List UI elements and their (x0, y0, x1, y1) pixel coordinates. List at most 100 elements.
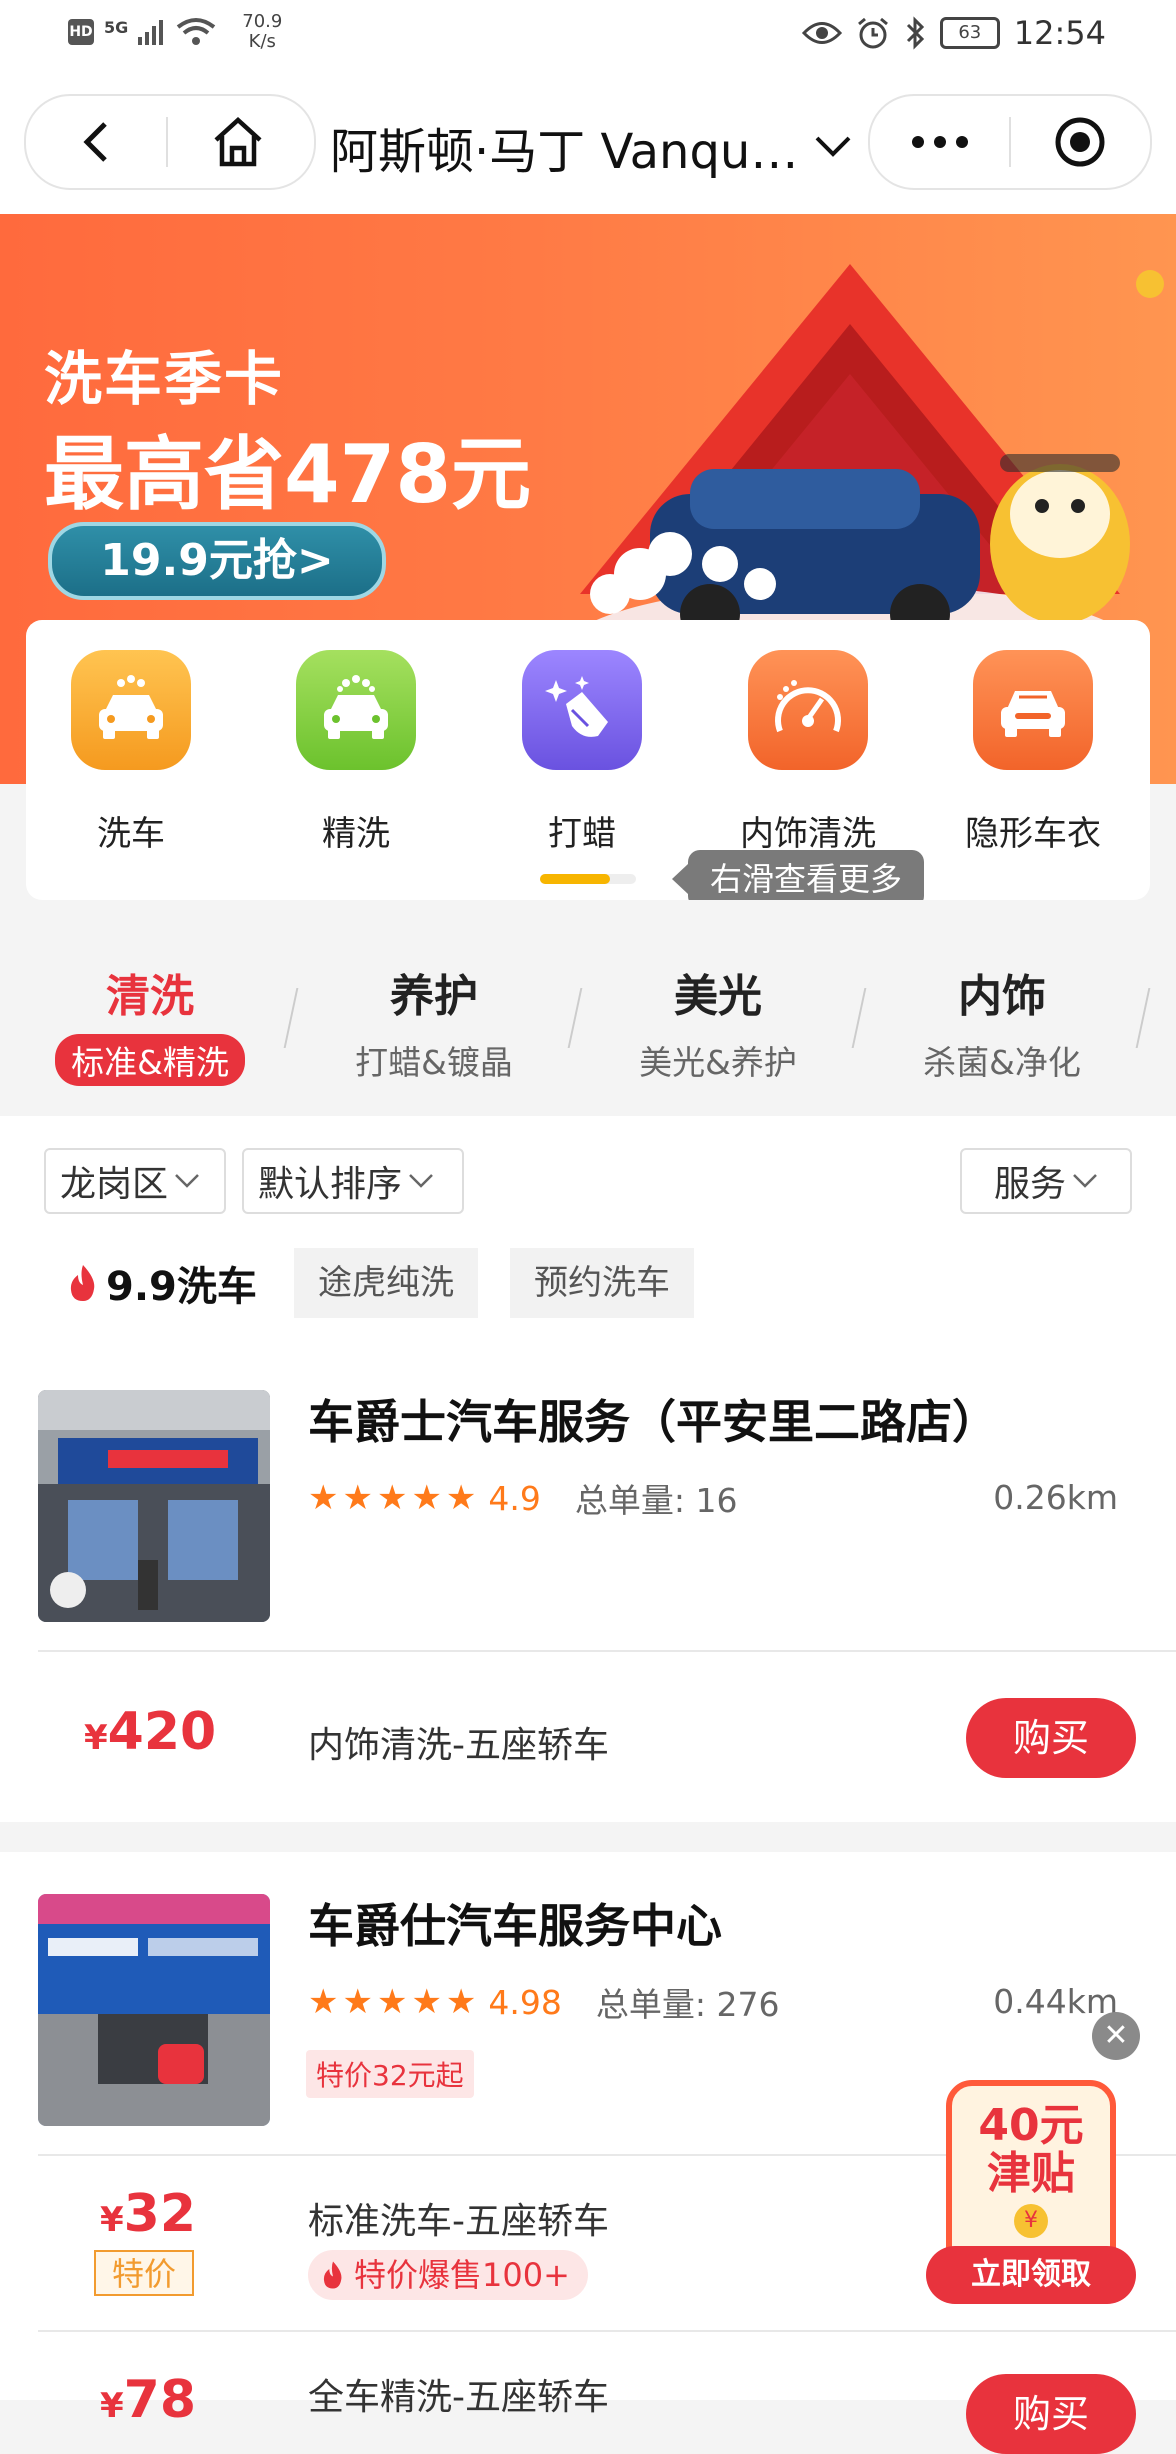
alarm-icon (857, 17, 888, 49)
status-bar: HD 5G 70.9 K/s 63 12:54 (0, 0, 1176, 78)
signal-icon (138, 20, 164, 45)
shop-name: 车爵士汽车服务（平安里二路店） (308, 1395, 998, 1449)
star-rating-icon: ★★★★★ (308, 1982, 481, 2022)
coupon-amount-label: 津贴 (987, 2148, 1075, 2199)
currency-symbol: ¥ (100, 2386, 124, 2426)
service-name: 内饰清洗-五座轿车 (308, 1725, 609, 1766)
order-count: 总单量: 276 (595, 1985, 780, 2024)
shop-rating-row: ★★★★★ 4.9 总单量: 16 (308, 1474, 738, 1522)
service-value: 服务 (993, 1164, 1066, 1205)
category-label: 精洗 (322, 814, 390, 854)
banner-headline: 最高省478元 (44, 428, 531, 521)
price-value: 78 (123, 2370, 197, 2430)
shop-name: 车爵仕汽车服务中心 (308, 1899, 722, 1953)
page-title: 阿斯顿·马丁 Vanqu… (330, 124, 799, 180)
back-button[interactable] (26, 96, 166, 188)
chevron-down-icon (1073, 1174, 1097, 1188)
wifi-icon (177, 18, 216, 45)
category-scroll-thumb (540, 874, 610, 884)
hot-sale-tag: 特价爆售100+ (308, 2250, 588, 2300)
category-card: 洗车 精洗 打蜡 内饰清洗 隐形车衣 右滑查看更多 (26, 620, 1150, 908)
buy-button[interactable]: 购买 (966, 1698, 1136, 1778)
category-wax[interactable]: 打蜡 (497, 650, 667, 855)
hd-badge: HD (68, 19, 94, 45)
tab-subtitle: 杀菌&净化 (923, 1043, 1081, 1082)
net-speed-value: 70.9 (242, 11, 283, 32)
hot-sale-label: 特价爆售100+ (354, 2256, 570, 2294)
chevron-left-icon (83, 122, 107, 162)
bluetooth-icon (906, 16, 924, 50)
more-dots-icon (911, 136, 968, 148)
tab-cleaning[interactable]: 清洗 标准&精洗 (8, 960, 292, 1086)
service-price: ¥78 (100, 2370, 196, 2430)
interior-clean-icon (748, 650, 868, 770)
category-label: 内饰清洗 (740, 814, 876, 854)
home-button[interactable] (168, 96, 308, 188)
category-invisible-film[interactable]: 隐形车衣 (948, 650, 1118, 855)
service-dropdown[interactable]: 服务 (960, 1148, 1132, 1214)
district-value: 龙岗区 (60, 1164, 169, 1205)
service-tabs: 清洗 标准&精洗 养护 打蜡&镀晶 美光 美光&养护 内饰 杀菌&净化 (0, 900, 1176, 1116)
tab-title: 内饰 (958, 971, 1046, 1022)
special-price-tag: 特价32元起 (306, 2050, 474, 2098)
order-count: 总单量: 16 (574, 1481, 738, 1520)
currency-symbol: ¥ (100, 2200, 124, 2240)
service-price: ¥32 (100, 2184, 196, 2244)
price-value: 420 (107, 1702, 217, 1762)
promo-9-9-wash[interactable]: 9.9洗车 (66, 1254, 257, 1312)
chip-book-wash[interactable]: 预约洗车 (510, 1248, 694, 1318)
chevron-down-icon (815, 136, 851, 157)
nav-bar: 阿斯顿·马丁 Vanqu… (0, 78, 1176, 214)
buy-button[interactable]: 购买 (966, 2374, 1136, 2454)
tab-interior[interactable]: 内饰 杀菌&净化 (860, 960, 1144, 1086)
shop-card[interactable]: 车爵士汽车服务（平安里二路店） ★★★★★ 4.9 总单量: 16 0.26km… (0, 1330, 1176, 1822)
rating-value: 4.9 (488, 1478, 541, 1518)
tab-title: 美光 (674, 971, 762, 1022)
category-fine-wash[interactable]: 精洗 (271, 650, 441, 855)
coin-icon: ¥ (1014, 2204, 1048, 2238)
net-speed: 70.9 K/s (242, 12, 282, 52)
close-miniprogram-button[interactable] (1011, 96, 1150, 188)
more-button[interactable] (870, 96, 1009, 188)
status-left: HD 5G 70.9 K/s (68, 12, 282, 52)
coupon-close-button[interactable]: ✕ (1092, 2012, 1140, 2060)
filter-bar: 龙岗区 默认排序 服务 9.9洗车 途虎纯洗 预约洗车 (0, 1116, 1176, 1330)
currency-symbol: ¥ (84, 1718, 108, 1758)
home-icon (214, 116, 262, 167)
category-label: 洗车 (97, 814, 165, 854)
car-model-selector[interactable]: 阿斯顿·马丁 Vanqu… (330, 112, 852, 182)
chevron-down-icon (409, 1174, 433, 1188)
chevron-down-icon (175, 1174, 199, 1188)
car-wash-icon (71, 650, 191, 770)
clock: 12:54 (1013, 14, 1106, 52)
banner-cta-button[interactable]: 19.9元抢> (48, 522, 386, 600)
coupon-amount-value: 40元 (978, 2100, 1084, 2151)
tab-subtitle: 打蜡&镀晶 (355, 1043, 513, 1082)
category-interior-clean[interactable]: 内饰清洗 (723, 650, 893, 855)
category-label: 隐形车衣 (965, 814, 1101, 854)
category-car-wash[interactable]: 洗车 (46, 650, 216, 855)
invisible-film-icon (973, 650, 1093, 770)
price-value: 32 (123, 2184, 197, 2244)
distance: 0.44km (993, 1982, 1118, 2021)
tab-title: 养护 (390, 971, 478, 1022)
rating-value: 4.98 (488, 1982, 562, 2022)
divider (38, 2330, 1176, 2332)
shop-photo (38, 1390, 270, 1622)
flame-icon (323, 2261, 342, 2289)
flame-icon (70, 1265, 95, 1301)
banner-title: 洗车季卡 (44, 345, 285, 413)
sort-dropdown[interactable]: 默认排序 (242, 1148, 464, 1214)
district-dropdown[interactable]: 龙岗区 (44, 1148, 226, 1214)
claim-coupon-button[interactable]: 立即领取 (926, 2246, 1136, 2304)
capsule-menu (868, 94, 1152, 190)
tab-subtitle: 标准&精洗 (55, 1034, 245, 1086)
coupon-amount: 40元 津贴 (952, 2102, 1110, 2198)
tab-maintenance[interactable]: 养护 打蜡&镀晶 (292, 960, 576, 1086)
chip-tuhu-wash[interactable]: 途虎纯洗 (294, 1248, 478, 1318)
divider (38, 1650, 1176, 1652)
battery-icon: 63 (939, 17, 1000, 49)
tab-beauty[interactable]: 美光 美光&养护 (576, 960, 860, 1086)
subsidy-coupon[interactable]: 40元 津贴 ¥ 立即领取 (926, 2080, 1136, 2310)
eye-icon (801, 22, 842, 44)
